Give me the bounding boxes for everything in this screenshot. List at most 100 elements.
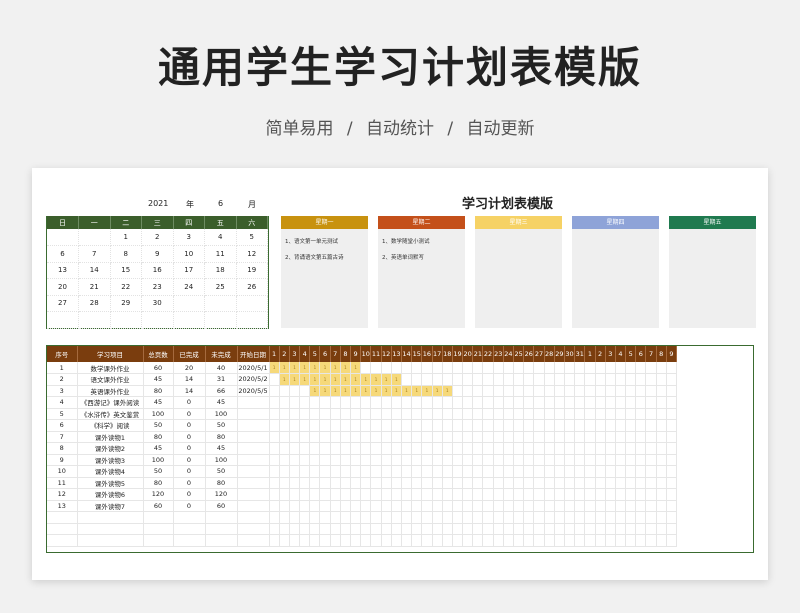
progress-cell[interactable] bbox=[370, 419, 382, 432]
progress-cell[interactable] bbox=[370, 511, 382, 524]
progress-cell[interactable] bbox=[544, 396, 555, 409]
progress-cell-filled[interactable]: 1 bbox=[309, 362, 321, 374]
progress-cell[interactable] bbox=[482, 442, 494, 455]
progress-cell[interactable] bbox=[635, 442, 647, 455]
progress-cell[interactable] bbox=[442, 511, 453, 524]
progress-cell[interactable] bbox=[279, 500, 290, 512]
progress-cell[interactable] bbox=[432, 396, 443, 409]
progress-cell[interactable] bbox=[452, 511, 464, 524]
progress-cell[interactable] bbox=[421, 396, 433, 409]
calendar-day-cell[interactable] bbox=[236, 295, 268, 312]
progress-cell[interactable] bbox=[432, 477, 443, 489]
progress-cell[interactable] bbox=[625, 488, 637, 501]
calendar-day-cell[interactable] bbox=[204, 295, 237, 312]
task-cell-left[interactable]: 80 bbox=[205, 431, 238, 443]
progress-cell[interactable] bbox=[279, 385, 290, 397]
task-cell-no[interactable]: 12 bbox=[47, 488, 78, 501]
progress-cell[interactable] bbox=[533, 534, 545, 547]
progress-cell[interactable] bbox=[513, 465, 525, 478]
progress-cell[interactable] bbox=[309, 431, 321, 443]
progress-cell[interactable] bbox=[544, 534, 555, 547]
progress-cell[interactable] bbox=[319, 500, 331, 512]
task-cell-name[interactable]: 数学课外作业 bbox=[77, 362, 144, 374]
progress-cell[interactable] bbox=[645, 465, 657, 478]
progress-cell[interactable] bbox=[554, 534, 565, 547]
progress-cell[interactable] bbox=[421, 362, 433, 374]
progress-cell[interactable] bbox=[625, 477, 637, 489]
progress-cell[interactable] bbox=[564, 385, 576, 397]
calendar-day-cell[interactable]: 9 bbox=[141, 245, 174, 263]
progress-cell[interactable] bbox=[319, 534, 331, 547]
progress-cell[interactable] bbox=[645, 523, 657, 535]
progress-cell[interactable] bbox=[615, 362, 627, 374]
progress-cell[interactable] bbox=[656, 362, 667, 374]
task-cell-start[interactable] bbox=[237, 408, 270, 420]
task-cell-done[interactable]: 0 bbox=[173, 477, 206, 489]
progress-cell[interactable] bbox=[289, 419, 301, 432]
progress-cell[interactable] bbox=[584, 442, 596, 455]
calendar-day-cell[interactable]: 13 bbox=[47, 262, 79, 279]
calendar-day-cell[interactable] bbox=[78, 311, 111, 329]
progress-cell[interactable] bbox=[279, 408, 290, 420]
progress-cell-filled[interactable]: 1 bbox=[381, 385, 392, 397]
progress-cell[interactable] bbox=[605, 500, 616, 512]
progress-cell[interactable] bbox=[279, 442, 290, 455]
progress-cell[interactable] bbox=[360, 488, 372, 501]
progress-cell[interactable] bbox=[564, 396, 576, 409]
progress-cell[interactable] bbox=[340, 454, 352, 466]
progress-cell[interactable] bbox=[391, 477, 402, 489]
progress-cell[interactable] bbox=[523, 408, 535, 420]
progress-cell[interactable] bbox=[462, 488, 474, 501]
progress-cell[interactable] bbox=[289, 454, 301, 466]
calendar-day-cell[interactable]: 18 bbox=[204, 262, 237, 279]
progress-cell[interactable] bbox=[421, 500, 433, 512]
progress-cell[interactable] bbox=[533, 442, 545, 455]
progress-cell[interactable] bbox=[656, 442, 667, 455]
progress-cell[interactable] bbox=[615, 454, 627, 466]
progress-cell[interactable] bbox=[503, 477, 515, 489]
progress-cell-filled[interactable]: 1 bbox=[360, 385, 372, 397]
progress-cell[interactable] bbox=[605, 442, 616, 455]
progress-cell[interactable] bbox=[391, 488, 402, 501]
progress-cell[interactable] bbox=[533, 419, 545, 432]
progress-cell[interactable] bbox=[421, 419, 433, 432]
progress-cell[interactable] bbox=[452, 431, 464, 443]
progress-cell-filled[interactable]: 1 bbox=[319, 362, 331, 374]
progress-cell[interactable] bbox=[574, 442, 586, 455]
progress-cell[interactable] bbox=[656, 500, 667, 512]
progress-cell[interactable] bbox=[513, 362, 525, 374]
progress-cell[interactable] bbox=[523, 477, 535, 489]
progress-cell[interactable] bbox=[360, 396, 372, 409]
progress-cell[interactable] bbox=[625, 442, 637, 455]
task-cell-name[interactable] bbox=[77, 534, 144, 547]
task-cell-no[interactable]: 10 bbox=[47, 465, 78, 478]
progress-cell[interactable] bbox=[656, 511, 667, 524]
task-cell-done[interactable]: 0 bbox=[173, 396, 206, 409]
progress-cell[interactable] bbox=[411, 431, 423, 443]
progress-cell[interactable] bbox=[411, 396, 423, 409]
progress-cell[interactable] bbox=[482, 465, 494, 478]
progress-cell[interactable] bbox=[584, 385, 596, 397]
progress-cell[interactable] bbox=[564, 362, 576, 374]
progress-cell[interactable] bbox=[299, 396, 311, 409]
progress-cell[interactable] bbox=[533, 431, 545, 443]
progress-cell[interactable] bbox=[360, 523, 372, 535]
progress-cell[interactable] bbox=[432, 534, 443, 547]
calendar-day-cell[interactable]: 23 bbox=[141, 278, 174, 296]
progress-cell[interactable] bbox=[574, 477, 586, 489]
progress-cell[interactable] bbox=[421, 454, 433, 466]
progress-cell[interactable] bbox=[452, 534, 464, 547]
progress-cell[interactable] bbox=[299, 523, 311, 535]
progress-cell[interactable] bbox=[564, 523, 576, 535]
progress-cell[interactable] bbox=[432, 419, 443, 432]
progress-cell[interactable] bbox=[279, 431, 290, 443]
calendar-day-cell[interactable]: 17 bbox=[173, 262, 205, 279]
progress-cell[interactable] bbox=[493, 500, 504, 512]
calendar-day-cell[interactable]: 24 bbox=[173, 278, 205, 296]
progress-cell[interactable] bbox=[401, 523, 413, 535]
progress-cell[interactable] bbox=[533, 385, 545, 397]
progress-cell[interactable] bbox=[299, 431, 311, 443]
progress-cell[interactable] bbox=[503, 362, 515, 374]
progress-cell[interactable] bbox=[635, 500, 647, 512]
progress-cell[interactable] bbox=[340, 534, 352, 547]
